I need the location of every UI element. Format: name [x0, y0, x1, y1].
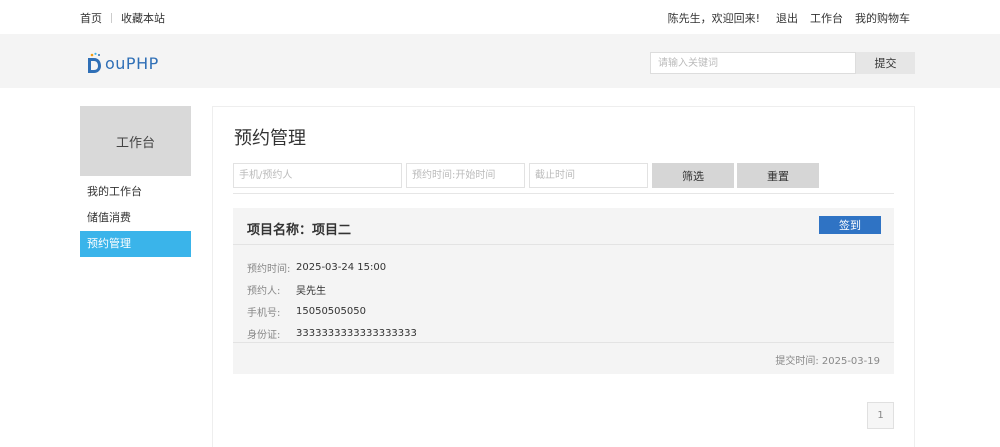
detail-value: 3333333333333333333 — [296, 327, 417, 339]
sidebar-item-my-workbench[interactable]: 我的工作台 — [80, 179, 191, 205]
sidebar-item-stored-value[interactable]: 储值消费 — [80, 205, 191, 231]
sidebar-menu: 我的工作台 储值消费 预约管理 — [80, 179, 191, 257]
start-time-filter-input[interactable] — [406, 163, 525, 188]
detail-row-id: 身份证: 3333333333333333333 — [247, 322, 417, 344]
top-bar-divider — [111, 13, 112, 23]
logo-text: ouPHP — [105, 53, 159, 73]
submit-time: 提交时间: 2025-03-19 — [775, 356, 880, 367]
detail-value: 2025-03-24 15:00 — [296, 261, 387, 273]
logo[interactable]: ouPHP — [86, 52, 159, 74]
home-link[interactable]: 首页 — [80, 10, 102, 26]
search-form: 提交 — [650, 52, 915, 74]
reservation-card: 项目名称：项目二 签到 预约时间: 2025-03-24 15:00 预约人: … — [233, 208, 894, 374]
card-divider — [233, 244, 894, 245]
welcome-text: 陈先生，欢迎回来! — [667, 12, 760, 25]
detail-row-time: 预约时间: 2025-03-24 15:00 — [247, 256, 417, 278]
logout-link[interactable]: 退出 — [776, 10, 798, 26]
cart-link[interactable]: 我的购物车 — [855, 10, 910, 26]
workbench-link[interactable]: 工作台 — [810, 10, 843, 26]
site-header: ouPHP 提交 — [0, 34, 1000, 88]
filter-divider — [233, 193, 894, 194]
sidebar: 工作台 我的工作台 储值消费 预约管理 — [80, 106, 191, 257]
detail-value: 15050505050 — [296, 305, 366, 317]
detail-row-person: 预约人: 吴先生 — [247, 278, 417, 300]
top-bar-right: 陈先生，欢迎回来! 退出 工作台 我的购物车 — [668, 10, 910, 26]
phone-name-filter-input[interactable] — [233, 163, 402, 188]
project-title: 项目名称：项目二 — [247, 223, 352, 238]
filter-bar: 筛选 重置 — [233, 163, 822, 188]
reservation-details: 预约时间: 2025-03-24 15:00 预约人: 吴先生 手机号: 150… — [247, 256, 417, 344]
reset-button[interactable]: 重置 — [737, 163, 819, 188]
sidebar-item-reservations[interactable]: 预约管理 — [80, 231, 191, 257]
page-title: 预约管理 — [234, 128, 306, 149]
pagination-page-button[interactable]: 1 — [867, 402, 894, 429]
top-bar-left: 首页 收藏本站 — [80, 10, 165, 26]
detail-label: 预约时间: — [247, 263, 291, 275]
detail-label: 预约人: — [247, 285, 281, 297]
logo-mark-icon — [88, 52, 101, 73]
top-bar: 首页 收藏本站 陈先生，欢迎回来! 退出 工作台 我的购物车 — [0, 0, 1000, 34]
detail-label: 身份证: — [247, 329, 281, 341]
search-input[interactable] — [650, 52, 856, 74]
sidebar-title: 工作台 — [80, 106, 191, 176]
checkin-button[interactable]: 签到 — [819, 216, 881, 234]
bookmark-link[interactable]: 收藏本站 — [121, 10, 165, 26]
detail-row-phone: 手机号: 15050505050 — [247, 300, 417, 322]
filter-button[interactable]: 筛选 — [652, 163, 734, 188]
detail-value: 吴先生 — [296, 285, 326, 297]
end-time-filter-input[interactable] — [529, 163, 648, 188]
detail-label: 手机号: — [247, 307, 281, 319]
main-panel: 预约管理 筛选 重置 项目名称：项目二 签到 预约时间: 2025-03-24 … — [212, 106, 915, 447]
search-submit-button[interactable]: 提交 — [856, 52, 915, 74]
card-footer-divider — [233, 342, 894, 343]
